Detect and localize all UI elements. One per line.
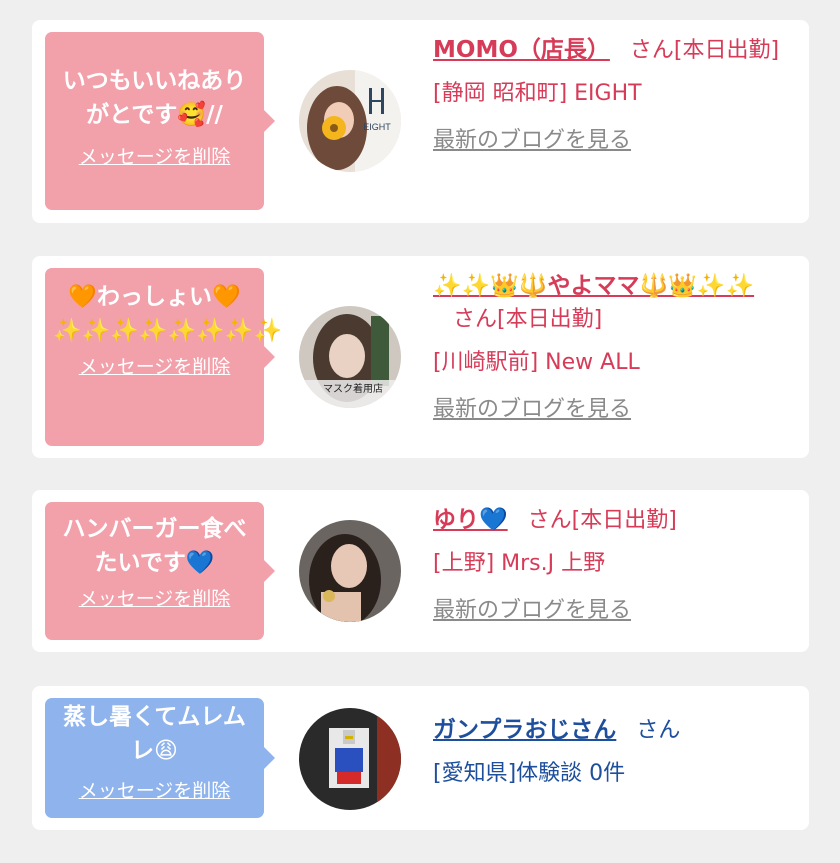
delete-message-link[interactable]: メッセージを削除 [53,352,256,379]
honorific-status: さん[本日出勤] [527,508,677,533]
avatar-image: マスク着用店 [299,306,401,408]
message-card: 🧡わっしょい🧡✨✨✨✨✨✨✨✨ メッセージを削除 マスク着用店 ✨✨👑🔱やよママ… [32,256,809,458]
avatar-image [299,520,401,622]
blog-link[interactable]: 最新のブログを見る [433,124,795,157]
message-text: いつもいいねありがとです🥰// [62,68,247,128]
avatar-image [299,708,401,810]
delete-message-link[interactable]: メッセージを削除 [53,142,256,169]
message-bubble: いつもいいねありがとです🥰// メッセージを削除 [45,32,275,210]
blog-link[interactable]: 最新のブログを見る [433,594,795,627]
profile-name-link[interactable]: ガンプラおじさん [433,717,616,743]
honorific-status: さん[本日出勤] [629,38,780,63]
profile-name-link[interactable]: MOMO（店長） [433,37,610,63]
profile-name-link[interactable]: ✨✨👑🔱やよママ🔱👑✨✨ [433,273,754,299]
message-bubble: ハンバーガー食べたいです💙 メッセージを削除 [45,502,275,640]
message-text: 🧡わっしょい🧡✨✨✨✨✨✨✨✨ [53,284,283,344]
avatar[interactable] [299,708,401,810]
shop-label: [静岡 昭和町] EIGHT [433,81,642,106]
message-card: ハンバーガー食べたいです💙 メッセージを削除 ゆり💙 さん[本日出勤] [上野] … [32,490,809,652]
message-card: いつもいいねありがとです🥰// メッセージを削除 EIGHT MOMO（店長） さ… [32,20,809,223]
avatar[interactable] [299,520,401,622]
profile-info: ✨✨👑🔱やよママ🔱👑✨✨ さん[本日出勤] [川崎駅前] New ALL 最新のブ… [433,270,795,426]
profile-info: ガンプラおじさん さん [愛知県]体験談 0件 [433,714,795,790]
blog-link[interactable]: 最新のブログを見る [433,393,795,426]
shop-label: [上野] Mrs.J 上野 [433,551,606,576]
message-bubble: 🧡わっしょい🧡✨✨✨✨✨✨✨✨ メッセージを削除 [45,268,283,446]
delete-message-link[interactable]: メッセージを削除 [53,776,256,803]
avatar[interactable]: マスク着用店 [299,306,401,408]
message-bubble: 蒸し暑くてムレムレ😩 メッセージを削除 [45,698,275,818]
shop-label: [川崎駅前] New ALL [433,350,640,375]
message-text: 蒸し暑くてムレムレ😩 [63,704,246,764]
honorific-status: さん[本日出勤] [453,307,603,332]
avatar[interactable]: EIGHT [299,70,401,172]
shop-label: [愛知県]体験談 0件 [433,761,626,786]
avatar-logo-text: EIGHT [363,122,391,132]
profile-info: MOMO（店長） さん[本日出勤] [静岡 昭和町] EIGHT 最新のブログを見… [433,34,795,157]
message-text: ハンバーガー食べたいです💙 [62,516,247,576]
message-card: 蒸し暑くてムレムレ😩 メッセージを削除 ガンプラおじさん さん [愛知県]体験談 … [32,686,809,830]
avatar-image: EIGHT [299,70,401,172]
message-list: いつもいいねありがとです🥰// メッセージを削除 EIGHT MOMO（店長） さ… [0,0,840,863]
honorific-status: さん [636,718,681,743]
delete-message-link[interactable]: メッセージを削除 [53,584,256,611]
profile-info: ゆり💙 さん[本日出勤] [上野] Mrs.J 上野 最新のブログを見る [433,504,795,627]
avatar-caption: マスク着用店 [323,382,383,395]
profile-name-link[interactable]: ゆり💙 [433,507,508,533]
